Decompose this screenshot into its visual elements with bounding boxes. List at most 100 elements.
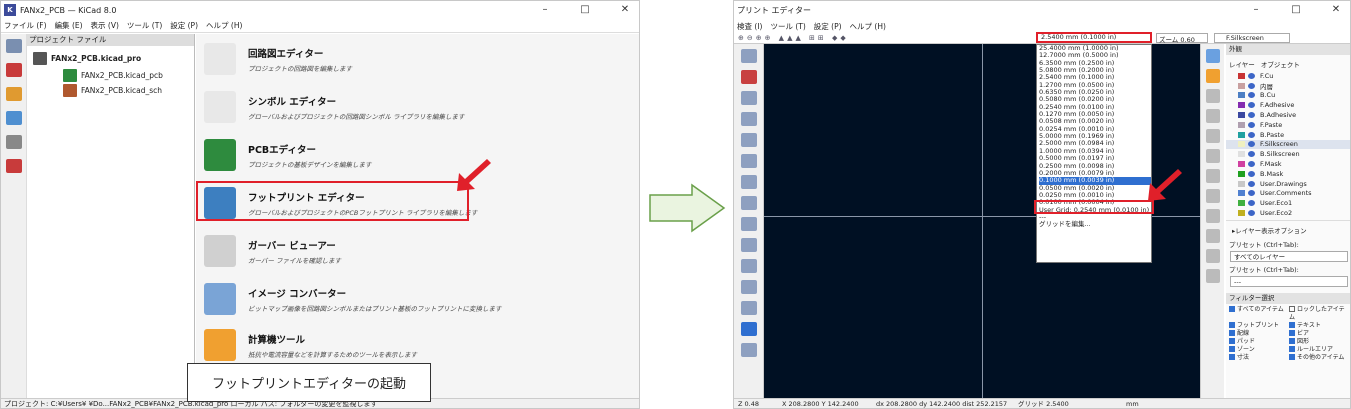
layer-row[interactable]: User.Drawings [1226,179,1350,189]
cursor-icon[interactable] [740,175,757,189]
visibility-eye-icon[interactable] [1248,72,1255,79]
layer-color-swatch[interactable] [1238,170,1245,177]
maximize-button[interactable]: □ [573,1,597,19]
polygon-icon[interactable] [1205,169,1220,183]
zoom-tools-icon[interactable]: ⊕⊖⊕⊕ ▲▲▲ ⊞⊞ ◆◆ [738,34,849,42]
highcontrast-icon[interactable] [740,259,757,273]
tab-layers[interactable]: レイヤー [1229,59,1255,69]
visibility-eye-icon[interactable] [1248,141,1255,148]
layer-color-swatch[interactable] [1238,102,1245,109]
tree-item-schematic[interactable]: FANx2_PCB.kicad_sch [63,84,162,97]
dimension-icon[interactable] [1205,249,1220,263]
visibility-eye-icon[interactable] [1248,92,1255,99]
layers-icon[interactable] [740,322,757,336]
textbox-icon[interactable] [1205,229,1220,243]
menu-tools[interactable]: ツール (T) [127,20,162,31]
minimize-button[interactable]: – [1244,1,1268,19]
units-inch-icon[interactable] [740,112,757,126]
layer-select[interactable]: F.Silkscreen [1214,33,1290,43]
viewport-select[interactable]: --- [1230,275,1348,287]
angle-icon[interactable] [740,196,757,210]
layer-color-swatch[interactable] [1238,190,1245,197]
pad-icon[interactable] [1205,69,1220,83]
launch-image-converter[interactable]: イメージ コンバーター ビットマップ画像を回路図シンボルまたはプリント基板のフット… [204,278,624,320]
layer-color-swatch[interactable] [1238,92,1245,99]
layer-row[interactable]: B.Cu [1226,91,1350,101]
layer-color-swatch[interactable] [1238,82,1245,89]
filter-checkbox[interactable]: 配線 [1229,330,1289,338]
launch-schematic-editor[interactable]: 回路図エディター プロジェクトの回路図を編集します [204,38,624,80]
visibility-eye-icon[interactable] [1248,82,1255,89]
circle-icon[interactable] [1205,149,1220,163]
layer-row[interactable]: B.Silkscreen [1226,149,1350,159]
refresh-icon[interactable] [5,135,22,149]
layer-row[interactable]: B.Paste [1226,130,1350,140]
layer-row[interactable]: 内層 [1226,81,1350,91]
archive-icon[interactable] [5,87,22,101]
layer-color-swatch[interactable] [1238,141,1245,148]
checkbox-icon[interactable] [1229,338,1235,345]
layer-row[interactable]: B.Mask [1226,169,1350,179]
checkbox-icon[interactable] [1289,354,1295,361]
visibility-eye-icon[interactable] [1248,102,1255,109]
layer-row[interactable]: User.Eco1 [1226,198,1350,208]
launch-gerber-viewer[interactable]: ガーバー ビューアー ガーバー ファイルを確認します [204,230,624,272]
minimize-button[interactable]: – [533,1,557,19]
visibility-eye-icon[interactable] [1248,131,1255,138]
menu-preferences[interactable]: 設定 (P) [814,21,842,32]
checkbox-icon[interactable] [1229,330,1235,337]
pads-icon[interactable] [740,217,757,231]
new-project-icon[interactable] [5,39,22,53]
layer-color-swatch[interactable] [1238,210,1245,217]
checkbox-icon[interactable] [1229,346,1235,353]
close-button[interactable]: ✕ [1324,1,1348,19]
drc-icon[interactable] [740,70,757,84]
layer-color-swatch[interactable] [1238,131,1245,138]
layer-row[interactable]: User.Eco2 [1226,208,1350,218]
filter-checkbox[interactable]: ルールエリア [1289,346,1349,354]
grid-option[interactable]: グリッドを編集... [1039,220,1151,228]
layer-row[interactable]: F.Adhesive [1226,100,1350,110]
outline-icon[interactable] [740,238,757,252]
units-mil-icon[interactable] [740,133,757,147]
visibility-eye-icon[interactable] [1248,190,1255,197]
checkbox-icon[interactable] [1229,322,1235,329]
menu-help[interactable]: ヘルプ (H) [206,20,242,31]
text-icon[interactable] [1205,209,1220,223]
launch-pcb-editor[interactable]: PCBエディター プロジェクトの基板デザインを編集します [204,134,624,176]
menu-edit[interactable]: 編集 (E) [55,20,83,31]
menu-view[interactable]: 表示 (V) [91,20,119,31]
filter-checkbox[interactable]: ロックしたアイテム [1289,306,1349,322]
grid-toggle-icon[interactable] [740,49,757,63]
visibility-eye-icon[interactable] [1248,210,1255,217]
grid-select[interactable]: 2.5400 mm (0.1000 in) [1036,32,1152,43]
visibility-eye-icon[interactable] [1248,161,1255,168]
visibility-eye-icon[interactable] [1248,121,1255,128]
units-mm-icon[interactable] [740,154,757,168]
menu-file[interactable]: ファイル (F) [4,20,47,31]
layer-color-swatch[interactable] [1238,112,1245,119]
filter-checkbox[interactable]: フットプリント [1229,322,1289,330]
filter-checkbox[interactable]: ゾーン [1229,346,1289,354]
properties-icon[interactable] [740,343,757,357]
layer-row[interactable]: User.Comments [1226,189,1350,199]
layer-color-swatch[interactable] [1238,161,1245,168]
visibility-eye-icon[interactable] [1248,200,1255,207]
rect-icon[interactable] [1205,129,1220,143]
visibility-eye-icon[interactable] [1248,151,1255,158]
arc-icon[interactable] [1205,109,1220,123]
menu-inspect[interactable]: 検査 (I) [737,21,762,32]
checkbox-icon[interactable] [1289,346,1295,353]
unarchive-icon[interactable] [5,111,22,125]
layer-row[interactable]: B.Adhesive [1226,110,1350,120]
polar-coords-icon[interactable] [740,91,757,105]
preset-select[interactable]: すべてのレイヤー [1230,250,1348,262]
filter-checkbox[interactable]: テキスト [1289,322,1349,330]
checkbox-icon[interactable] [1289,322,1295,329]
maximize-button[interactable]: □ [1284,1,1308,19]
filter-checkbox[interactable]: その他のアイテム [1289,354,1349,362]
layer-color-swatch[interactable] [1238,151,1245,158]
checkbox-icon[interactable] [1289,330,1295,337]
grid-dropdown-list[interactable]: 25.4000 mm (1.0000 in) 12.7000 mm (0.5000… [1036,44,1152,263]
filter-checkbox[interactable]: すべてのアイテム [1229,306,1289,322]
